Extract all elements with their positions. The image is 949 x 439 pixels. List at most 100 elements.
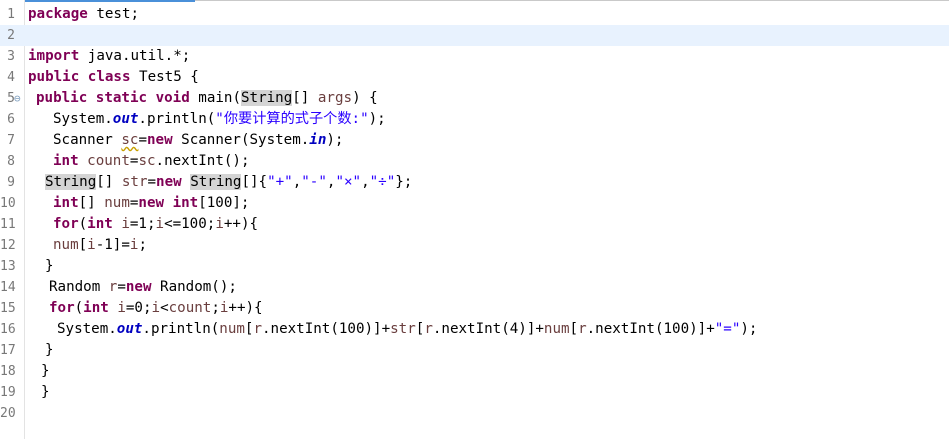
code-token: static bbox=[95, 90, 148, 106]
code-token: i bbox=[117, 300, 126, 316]
code-token: < bbox=[160, 300, 169, 316]
code-token: ); bbox=[368, 111, 386, 127]
code-text[interactable]: } bbox=[41, 361, 50, 382]
code-token: ( bbox=[74, 300, 84, 316]
code-token: new bbox=[146, 132, 173, 148]
code-line[interactable]: 7 Scanner sc=new Scanner(System.in); bbox=[0, 130, 949, 151]
code-line[interactable]: 16 System.out.println(num[r.nextInt(100)]… bbox=[0, 319, 949, 340]
code-text[interactable]: System.out.println("你要计算的式子个数:"); bbox=[53, 109, 386, 130]
code-line[interactable]: 1 package test; bbox=[0, 4, 949, 25]
code-text[interactable]: String[] str=new String[]{"+","-","×","÷… bbox=[45, 172, 412, 193]
code-token: [] bbox=[96, 174, 122, 190]
code-token: ++){ bbox=[228, 300, 263, 316]
line-number: 16 bbox=[0, 322, 16, 337]
code-line[interactable]: 17} bbox=[0, 340, 949, 361]
code-text[interactable]: } bbox=[45, 340, 54, 361]
code-line[interactable]: 20 bbox=[0, 403, 949, 424]
code-token: args bbox=[317, 90, 353, 106]
code-line[interactable]: 9 String[] str=new String[]{"+","-","×","… bbox=[0, 172, 949, 193]
code-token: num bbox=[543, 321, 570, 337]
code-token: Scanner(System. bbox=[172, 132, 310, 148]
line-number: 6 bbox=[7, 112, 15, 127]
code-token: <=100; bbox=[164, 216, 216, 232]
code-token: "+" bbox=[267, 174, 293, 190]
line-number: 3 bbox=[7, 49, 15, 64]
code-token: [] bbox=[78, 195, 105, 211]
code-token: "=" bbox=[714, 321, 741, 337]
line-number: 4 bbox=[7, 70, 15, 85]
code-token: } bbox=[45, 342, 54, 358]
code-line[interactable]: 5 ⊖ public static void main(String[] args)… bbox=[0, 88, 949, 109]
code-line[interactable]: 10 int[] num=new int[100]; bbox=[0, 193, 949, 214]
line-number: 14 bbox=[0, 280, 16, 295]
code-token: .println( bbox=[138, 111, 216, 127]
code-text[interactable]: int count=sc.nextInt(); bbox=[53, 151, 250, 172]
code-token: ; bbox=[138, 237, 147, 253]
code-text[interactable]: } bbox=[45, 256, 54, 277]
code-line[interactable]: 11 for(int i=1;i<=100;i++){ bbox=[0, 214, 949, 235]
code-line[interactable]: 13} bbox=[0, 256, 949, 277]
line-number: 17 bbox=[0, 343, 16, 358]
code-token: .nextInt(4)]+ bbox=[432, 321, 544, 337]
code-token: num bbox=[219, 321, 245, 337]
code-text[interactable]: } bbox=[41, 382, 50, 403]
line-number: 19 bbox=[0, 385, 16, 400]
code-text[interactable]: public class Test5 { bbox=[28, 67, 199, 88]
code-token: = bbox=[117, 279, 126, 295]
code-line[interactable]: 12 num[i-1]=i; bbox=[0, 235, 949, 256]
code-line[interactable]: 15 for(int i=0;i<count;i++){ bbox=[0, 298, 949, 319]
code-token: String bbox=[45, 174, 97, 190]
code-token: count bbox=[87, 153, 130, 169]
code-token: r bbox=[253, 321, 263, 337]
code-line[interactable]: 2 bbox=[0, 25, 949, 46]
line-number: 10 bbox=[0, 196, 16, 211]
code-text[interactable]: Random r=new Random(); bbox=[49, 277, 237, 298]
code-token: count bbox=[168, 300, 212, 316]
code-token: i bbox=[121, 216, 130, 232]
code-line[interactable]: 8 int count=sc.nextInt(); bbox=[0, 151, 949, 172]
code-token: r bbox=[424, 321, 433, 337]
code-text[interactable]: import java.util.*; bbox=[28, 46, 190, 67]
code-text[interactable]: package test; bbox=[28, 4, 139, 25]
code-token: [ bbox=[569, 321, 579, 337]
code-token: out bbox=[116, 321, 143, 337]
code-line[interactable]: 3 import java.util.*; bbox=[0, 46, 949, 67]
code-token: } bbox=[45, 258, 54, 274]
line-number: 18 bbox=[0, 364, 16, 379]
code-text[interactable]: for(int i=0;i<count;i++){ bbox=[49, 298, 263, 319]
code-token: Test5 { bbox=[130, 69, 199, 85]
code-text[interactable]: Scanner sc=new Scanner(System.in); bbox=[53, 130, 343, 151]
line-number: 15 bbox=[0, 301, 16, 316]
code-line[interactable]: 18} bbox=[0, 361, 949, 382]
code-token: , bbox=[361, 174, 370, 190]
code-token: "你要计算的式子个数:" bbox=[215, 111, 369, 127]
code-text[interactable]: int[] num=new int[100]; bbox=[53, 193, 249, 214]
code-token: r bbox=[578, 321, 587, 337]
code-token: sc bbox=[121, 132, 139, 148]
code-token: } bbox=[41, 363, 50, 379]
code-text[interactable]: public static void main(String[] args) { bbox=[36, 88, 378, 109]
line-number: 11 bbox=[0, 217, 16, 232]
code-text[interactable]: num[i-1]=i; bbox=[53, 235, 147, 256]
code-line[interactable]: 4 public class Test5 { bbox=[0, 67, 949, 88]
code-token: java.util.*; bbox=[79, 48, 191, 64]
code-token: i bbox=[151, 300, 161, 316]
code-text[interactable]: System.out.println(num[r.nextInt(100)]+s… bbox=[57, 319, 757, 340]
code-token: ) { bbox=[352, 90, 378, 106]
code-token: public bbox=[36, 90, 88, 106]
code-token: String bbox=[190, 174, 242, 190]
code-line[interactable]: 6 System.out.println("你要计算的式子个数:"); bbox=[0, 109, 949, 130]
code-token: ); bbox=[326, 132, 344, 148]
code-line[interactable]: 19} bbox=[0, 382, 949, 403]
code-line[interactable]: 14 Random r=new Random(); bbox=[0, 277, 949, 298]
fold-toggle-icon[interactable]: ⊖ bbox=[14, 88, 21, 109]
code-token: num bbox=[53, 237, 79, 253]
code-token: Random bbox=[49, 279, 109, 295]
code-token: for bbox=[49, 300, 75, 316]
code-editor[interactable]: 1 package test; 2 3 import java.util.*; 4 publ… bbox=[0, 0, 949, 439]
code-text[interactable]: for(int i=1;i<=100;i++){ bbox=[53, 214, 258, 235]
